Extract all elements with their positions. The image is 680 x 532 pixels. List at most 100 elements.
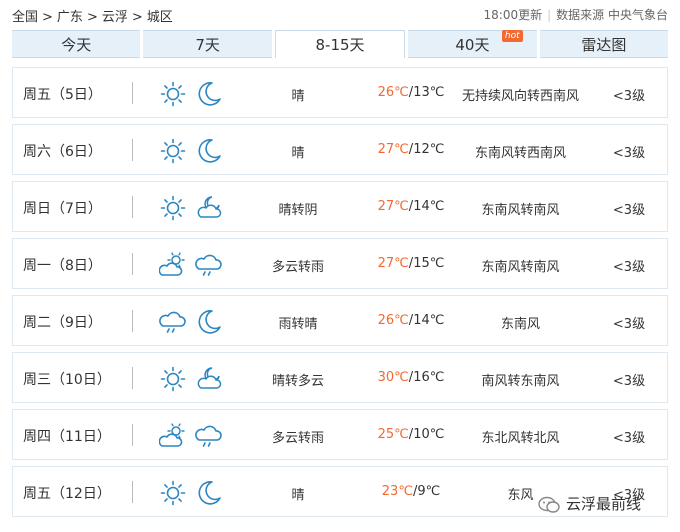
moon-icon bbox=[195, 80, 223, 108]
sun-cloud-icon bbox=[159, 251, 187, 279]
sun-icon bbox=[159, 137, 187, 165]
breadcrumb-separator: > bbox=[86, 10, 98, 25]
wind-direction: 东南风转西南风 bbox=[474, 146, 566, 161]
weather-condition: 晴 bbox=[291, 146, 305, 161]
day-label: 周三（10日） bbox=[23, 372, 111, 388]
moon-cloud-icon bbox=[195, 365, 223, 393]
temp-low: 13℃ bbox=[413, 85, 445, 100]
divider bbox=[132, 196, 133, 218]
wind-level: <3级 bbox=[612, 317, 646, 332]
forecast-row: 周六（6日） 晴 27℃/12℃ 东南风转西南风 <3级 bbox=[12, 124, 668, 175]
rain-cloud-icon bbox=[195, 422, 223, 450]
tab-7-days[interactable]: 7天 bbox=[143, 30, 272, 58]
divider bbox=[132, 481, 133, 503]
rain-cloud-icon bbox=[195, 251, 223, 279]
wechat-icon bbox=[538, 496, 560, 514]
temp-low: 16℃ bbox=[413, 370, 445, 385]
breadcrumb-item-district: 城区 bbox=[146, 10, 173, 25]
temp-high: 26℃ bbox=[377, 313, 409, 328]
wind-direction: 东南风转南风 bbox=[481, 203, 560, 218]
sun-icon bbox=[159, 194, 187, 222]
temp-low: 14℃ bbox=[413, 199, 445, 214]
wind-direction: 无持续风向转西南风 bbox=[461, 89, 579, 104]
weather-condition: 雨转晴 bbox=[278, 317, 318, 332]
divider bbox=[132, 424, 133, 446]
tab-label: 雷达图 bbox=[581, 35, 627, 54]
data-source: 数据来源 中央气象台 bbox=[556, 8, 668, 22]
temp-low: 9℃ bbox=[417, 484, 441, 499]
update-time: 18:00更新 bbox=[483, 8, 543, 22]
breadcrumb-separator: > bbox=[42, 10, 53, 25]
temp-low: 10℃ bbox=[413, 427, 445, 442]
day-label: 周五（5日） bbox=[23, 87, 102, 103]
forecast-row: 周四（11日） 多云转雨 25℃/10℃ 东北风转北风 <3级 bbox=[12, 409, 668, 460]
divider bbox=[132, 253, 133, 275]
sun-icon bbox=[159, 479, 187, 507]
breadcrumb: 全国 > 广东 > 云浮 > 城区 bbox=[12, 6, 173, 25]
divider bbox=[132, 139, 133, 161]
forecast-list: 周五（5日） 晴 26℃/13℃ 无持续风向转西南风 <3级 周六（6日） 晴 … bbox=[12, 67, 668, 523]
weather-condition: 多云转雨 bbox=[271, 431, 324, 446]
sun-cloud-icon bbox=[159, 422, 187, 450]
watermark-text: 云浮最前线 bbox=[566, 495, 642, 513]
hot-badge: hot bbox=[501, 30, 523, 42]
temp-high: 25℃ bbox=[377, 427, 409, 442]
temp-high: 23℃ bbox=[381, 484, 413, 499]
wind-direction: 东南风 bbox=[500, 317, 540, 332]
moon-icon bbox=[195, 479, 223, 507]
temperature: 26℃/13℃ bbox=[363, 85, 459, 100]
day-label: 周日（7日） bbox=[23, 201, 102, 217]
moon-cloud-icon bbox=[195, 194, 223, 222]
tab-today[interactable]: 今天 bbox=[12, 30, 141, 58]
sun-icon bbox=[159, 365, 187, 393]
sun-icon bbox=[159, 80, 187, 108]
wind-level: <3级 bbox=[612, 89, 646, 104]
divider bbox=[132, 310, 133, 332]
tab-label: 40天 bbox=[455, 35, 490, 54]
divider bbox=[132, 367, 133, 389]
update-info: 18:00更新 | 数据来源 中央气象台 bbox=[484, 6, 668, 23]
temp-high: 27℃ bbox=[377, 199, 409, 214]
moon-icon bbox=[195, 137, 223, 165]
temp-low: 15℃ bbox=[413, 256, 445, 271]
temperature: 23℃/9℃ bbox=[363, 484, 459, 499]
day-label: 周一（8日） bbox=[23, 258, 102, 274]
weather-condition: 晴转阴 bbox=[278, 203, 318, 218]
divider bbox=[132, 82, 133, 104]
breadcrumb-item-province[interactable]: 广东 bbox=[57, 6, 83, 25]
breadcrumb-item-city[interactable]: 云浮 bbox=[102, 6, 128, 25]
tab-radar[interactable]: 雷达图 bbox=[539, 30, 669, 58]
temp-high: 26℃ bbox=[377, 85, 409, 100]
tab-label: 今天 bbox=[61, 35, 92, 54]
forecast-row: 周三（10日） 晴转多云 30℃/16℃ 南风转东南风 <3级 bbox=[12, 352, 668, 403]
divider: | bbox=[547, 8, 552, 22]
temperature: 27℃/12℃ bbox=[363, 142, 459, 157]
weather-condition: 晴 bbox=[291, 488, 305, 503]
forecast-row: 周二（9日） 雨转晴 26℃/14℃ 东南风 <3级 bbox=[12, 295, 668, 346]
temperature: 27℃/14℃ bbox=[363, 199, 459, 214]
day-label: 周六（6日） bbox=[23, 144, 102, 160]
temperature: 26℃/14℃ bbox=[363, 313, 459, 328]
temp-low: 12℃ bbox=[413, 142, 445, 157]
wind-direction: 东北风转北风 bbox=[481, 431, 560, 446]
wind-direction: 南风转东南风 bbox=[481, 374, 560, 389]
weather-condition: 晴 bbox=[291, 89, 305, 104]
temp-high: 30℃ bbox=[377, 370, 409, 385]
day-label: 周四（11日） bbox=[23, 429, 111, 445]
tab-8-15-days[interactable]: 8-15天 bbox=[274, 30, 406, 58]
forecast-row: 周日（7日） 晴转阴 27℃/14℃ 东南风转南风 <3级 bbox=[12, 181, 668, 232]
temp-low: 14℃ bbox=[413, 313, 445, 328]
tab-40-days[interactable]: 40天 hot bbox=[408, 30, 537, 58]
rain-cloud-icon bbox=[159, 308, 187, 336]
temp-high: 27℃ bbox=[377, 256, 409, 271]
weather-condition: 多云转雨 bbox=[271, 260, 324, 275]
forecast-row: 周五（5日） 晴 26℃/13℃ 无持续风向转西南风 <3级 bbox=[12, 67, 668, 118]
watermark: 云浮最前线 bbox=[538, 493, 641, 514]
tab-label: 7天 bbox=[195, 35, 220, 54]
wind-level: <3级 bbox=[612, 203, 646, 218]
wind-level: <3级 bbox=[612, 260, 646, 275]
temperature: 25℃/10℃ bbox=[363, 427, 459, 442]
breadcrumb-item-country[interactable]: 全国 bbox=[12, 6, 38, 25]
forecast-tabs: 今天 7天 8-15天 40天 hot 雷达图 bbox=[12, 30, 669, 58]
moon-icon bbox=[195, 308, 223, 336]
